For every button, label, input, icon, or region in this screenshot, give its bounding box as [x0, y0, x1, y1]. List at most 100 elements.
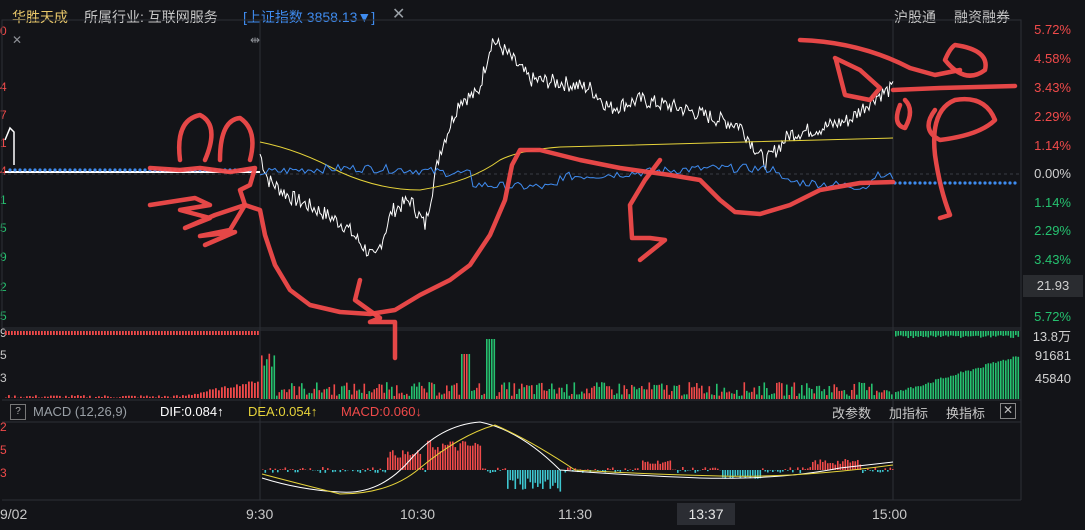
macd-bar	[317, 470, 319, 471]
volume-bar	[122, 331, 124, 335]
macd-bar	[262, 469, 264, 470]
volume-bar	[811, 389, 813, 399]
index-dot	[1013, 181, 1017, 185]
volume-bar	[556, 393, 558, 399]
macd-bar	[724, 470, 727, 479]
volume-bar	[391, 386, 393, 399]
volume-bar	[396, 385, 398, 399]
macd-bar	[319, 470, 322, 473]
volume-bar	[947, 377, 950, 399]
volume-bar	[83, 395, 85, 398]
volume-bar	[173, 331, 175, 335]
close-icon: ✕	[12, 33, 22, 47]
macd-bar	[784, 469, 787, 470]
macd-bar	[542, 470, 544, 489]
volume-bar	[666, 385, 668, 399]
cursor-time: 13:37	[677, 503, 735, 525]
volume-bar	[886, 390, 888, 399]
volume-bar	[176, 331, 178, 335]
macd-bar	[812, 461, 814, 470]
volume-bar	[152, 396, 154, 398]
volume-bar	[461, 354, 463, 399]
volume-bar	[950, 331, 952, 336]
volume-bar	[1002, 359, 1005, 399]
volume-bar	[821, 391, 823, 399]
switch-indicator-button[interactable]: 换指标	[946, 403, 985, 422]
index-dot	[53, 168, 57, 172]
volume-bar	[683, 394, 686, 399]
volume-bar	[541, 382, 543, 399]
help-icon[interactable]: ?	[10, 404, 26, 420]
macd-bar	[847, 460, 849, 470]
volume-bar	[995, 331, 997, 337]
volume-bar	[553, 389, 556, 399]
macd-bar	[392, 450, 394, 470]
volume-bar	[970, 331, 972, 337]
volume-bar	[176, 395, 178, 398]
volume-bar	[248, 381, 250, 398]
volume-bar	[423, 388, 426, 399]
index-dot	[113, 168, 117, 172]
annotation-scribble	[147, 195, 248, 248]
volume-bar	[806, 383, 808, 399]
volume-bar	[962, 372, 965, 399]
edit-params-button[interactable]: 改参数	[832, 403, 871, 422]
macd-bar	[662, 462, 664, 470]
macd-bar	[372, 467, 374, 470]
annotation-scribble	[890, 83, 1018, 93]
macd-bar	[537, 470, 539, 487]
volume-bar	[1005, 331, 1007, 336]
volume-bar	[907, 331, 910, 338]
volume-bar	[224, 386, 226, 398]
volume-bar	[511, 395, 513, 399]
volume-bar	[673, 385, 676, 399]
volume-bar	[125, 395, 127, 398]
macd-bar	[279, 469, 282, 470]
pre-market-line	[4, 126, 15, 165]
volume-bar	[441, 394, 443, 399]
volume-bar	[952, 331, 955, 336]
macd-bar	[427, 440, 429, 470]
volume-bar	[940, 377, 942, 399]
add-indicator-button[interactable]: 加指标	[889, 403, 928, 422]
volume-bar	[568, 395, 571, 399]
volume-bar	[656, 385, 658, 399]
volume-bar	[977, 331, 980, 336]
volume-bar	[526, 385, 528, 399]
macd-bar	[409, 455, 412, 470]
volume-bar	[653, 384, 656, 399]
chart-canvas[interactable]: ⇹ ✕	[0, 0, 1085, 530]
volume-bar	[149, 331, 151, 335]
macd-bar	[397, 457, 399, 470]
volume-bar	[940, 331, 942, 337]
volume-bar	[233, 331, 235, 335]
macd-bar	[732, 470, 734, 479]
volume-bar	[301, 383, 303, 399]
volume-bar	[463, 354, 466, 399]
volume-bar	[975, 368, 977, 399]
volume-bar	[110, 331, 112, 335]
volume-bar	[623, 385, 626, 399]
volume-bar	[278, 392, 281, 399]
volume-bar	[122, 396, 124, 398]
macd-bar	[547, 470, 549, 480]
volume-bar	[194, 331, 196, 335]
volume-bar	[636, 389, 638, 399]
macd-name: MACD (12,26,9)	[33, 404, 127, 419]
volume-bar	[53, 395, 55, 398]
macd-bar	[772, 470, 774, 473]
volume-bar	[276, 395, 278, 399]
volume-bar	[930, 383, 932, 399]
volume-bar	[922, 385, 925, 399]
close-icon[interactable]: ✕	[1000, 403, 1016, 419]
volume-bar	[558, 387, 561, 399]
volume-bar	[486, 339, 488, 399]
volume-bar	[955, 374, 957, 399]
macd-bar	[607, 468, 609, 470]
volume-bar	[239, 386, 241, 398]
volume-bar	[113, 331, 115, 335]
volume-bar	[38, 397, 40, 398]
volume-bar	[35, 395, 37, 398]
macd-bar	[289, 469, 292, 470]
volume-bar	[257, 381, 259, 398]
